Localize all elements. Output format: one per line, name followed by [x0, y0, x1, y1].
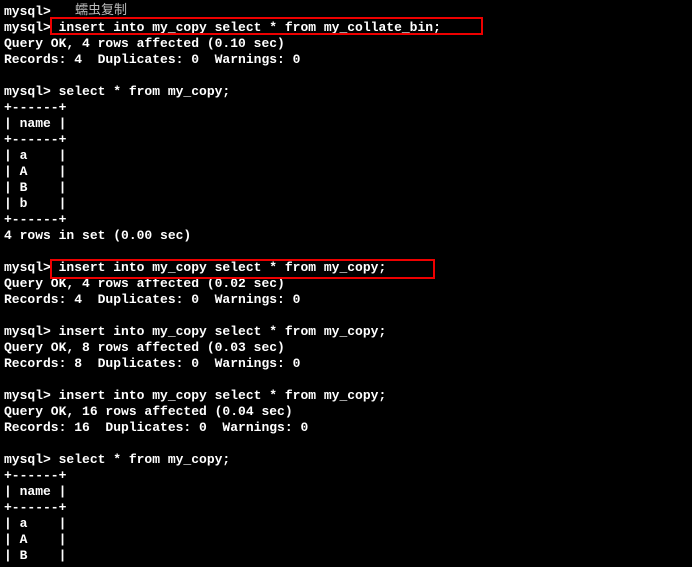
- terminal-line: +------+: [4, 468, 688, 484]
- terminal-line: [4, 244, 688, 260]
- terminal-line: Records: 4 Duplicates: 0 Warnings: 0: [4, 52, 688, 68]
- terminal-line: 4 rows in set (0.00 sec): [4, 228, 688, 244]
- terminal-line: | B |: [4, 180, 688, 196]
- terminal-line: [4, 436, 688, 452]
- terminal-line: | b |: [4, 196, 688, 212]
- terminal-line: Records: 8 Duplicates: 0 Warnings: 0: [4, 356, 688, 372]
- terminal-line: | A |: [4, 164, 688, 180]
- terminal-line: Query OK, 4 rows affected (0.02 sec): [4, 276, 688, 292]
- terminal-line: mysql> insert into my_copy select * from…: [4, 388, 688, 404]
- terminal-line: mysql> select * from my_copy;: [4, 452, 688, 468]
- terminal-line: Query OK, 8 rows affected (0.03 sec): [4, 340, 688, 356]
- terminal-line: | a |: [4, 516, 688, 532]
- terminal-line: [4, 372, 688, 388]
- terminal-line: +------+: [4, 100, 688, 116]
- terminal-line: Records: 16 Duplicates: 0 Warnings: 0: [4, 420, 688, 436]
- annotation-label: 蠕虫复制: [75, 2, 127, 18]
- terminal-line: Query OK, 16 rows affected (0.04 sec): [4, 404, 688, 420]
- terminal-line: [4, 68, 688, 84]
- terminal-output: mysql> mysql> insert into my_copy select…: [4, 4, 688, 564]
- terminal-line: | name |: [4, 116, 688, 132]
- terminal-line: | a |: [4, 148, 688, 164]
- terminal-line: [4, 308, 688, 324]
- terminal-line: +------+: [4, 132, 688, 148]
- terminal-line: Records: 4 Duplicates: 0 Warnings: 0: [4, 292, 688, 308]
- terminal-line: | name |: [4, 484, 688, 500]
- terminal-line: mysql> insert into my_copy select * from…: [4, 260, 688, 276]
- terminal-line: mysql> insert into my_copy select * from…: [4, 20, 688, 36]
- terminal-line: Query OK, 4 rows affected (0.10 sec): [4, 36, 688, 52]
- terminal-line: mysql> insert into my_copy select * from…: [4, 324, 688, 340]
- terminal-line: +------+: [4, 212, 688, 228]
- terminal-line: +------+: [4, 500, 688, 516]
- terminal-line: | A |: [4, 532, 688, 548]
- terminal-line: mysql> select * from my_copy;: [4, 84, 688, 100]
- terminal-line: | B |: [4, 548, 688, 564]
